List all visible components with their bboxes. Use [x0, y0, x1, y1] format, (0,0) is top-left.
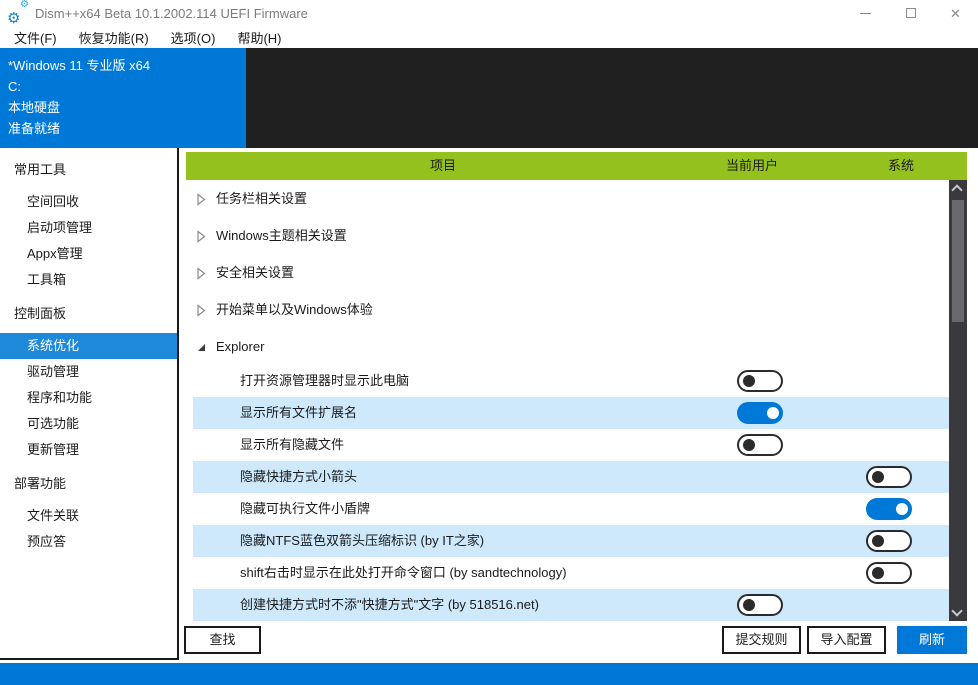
toggle-switch-off[interactable] — [737, 370, 783, 392]
group-label: 安全相关设置 — [216, 254, 294, 291]
setting-label: 隐藏NTFS蓝色双箭头压缩标识 (by IT之家) — [240, 525, 484, 557]
sidebar-item[interactable]: 驱动管理 — [0, 359, 177, 385]
sidebar-item[interactable]: 可选功能 — [0, 411, 177, 437]
ready-status: 准备就绪 — [8, 118, 246, 139]
column-header-item: 项目 — [430, 152, 456, 180]
maximize-icon — [906, 8, 916, 18]
setting-row[interactable]: 显示所有文件扩展名 — [179, 397, 978, 429]
sidebar-item[interactable]: 程序和功能 — [0, 385, 177, 411]
window-title: Dism++x64 Beta 10.1.2002.114 UEFI Firmwa… — [35, 6, 308, 21]
setting-row[interactable]: 显示所有隐藏文件 — [179, 429, 978, 461]
setting-label: 显示所有隐藏文件 — [240, 429, 344, 461]
group-label: 任务栏相关设置 — [216, 180, 307, 217]
column-header-current-user: 当前用户 — [726, 152, 778, 180]
toggle-knob — [743, 375, 755, 387]
refresh-button[interactable]: 刷新 — [897, 626, 967, 654]
setting-row[interactable]: 隐藏快捷方式小箭头 — [179, 461, 978, 493]
collapse-triangle-icon[interactable] — [196, 341, 207, 356]
group-row[interactable]: Explorer — [179, 328, 978, 365]
setting-row[interactable]: 打开资源管理器时显示此电脑 — [179, 365, 978, 397]
import-config-button[interactable]: 导入配置 — [807, 626, 886, 654]
app-gears-icon: ⚙ ⚙ — [7, 3, 29, 23]
sidebar-item[interactable]: 更新管理 — [0, 437, 177, 463]
expand-triangle-icon[interactable] — [196, 267, 206, 283]
settings-list: 任务栏相关设置Windows主题相关设置安全相关设置开始菜单以及Windows体… — [179, 180, 978, 621]
setting-label: shift右击时显示在此处打开命令窗口 (by sandtechnology) — [240, 557, 567, 589]
toggle-knob — [896, 503, 908, 515]
scroll-down-icon[interactable] — [951, 605, 962, 616]
setting-row[interactable]: 隐藏NTFS蓝色双箭头压缩标识 (by IT之家) — [179, 525, 978, 557]
os-info-banner: *Windows 11 专业版 x64 C: 本地硬盘 准备就绪 — [0, 48, 246, 148]
group-label: Explorer — [216, 328, 264, 365]
banner-dark-panel — [246, 48, 978, 148]
sidebar-group-label: 控制面板 — [0, 301, 177, 327]
window-controls: ✕ — [843, 0, 978, 26]
toggle-switch-on[interactable] — [866, 498, 912, 520]
setting-label: 创建快捷方式时不添"快捷方式"文字 (by 518516.net) — [240, 589, 539, 621]
expand-triangle-icon[interactable] — [196, 193, 206, 209]
toggle-switch-off[interactable] — [737, 594, 783, 616]
column-header-system: 系统 — [888, 152, 914, 180]
setting-label: 隐藏快捷方式小箭头 — [240, 461, 357, 493]
group-label: 开始菜单以及Windows体验 — [216, 291, 373, 328]
title-bar: ⚙ ⚙ Dism++x64 Beta 10.1.2002.114 UEFI Fi… — [0, 0, 978, 26]
maximize-button[interactable] — [888, 0, 933, 26]
setting-label: 打开资源管理器时显示此电脑 — [240, 365, 409, 397]
toggle-knob — [767, 407, 779, 419]
minimize-button[interactable] — [843, 0, 888, 26]
toggle-switch-off[interactable] — [866, 562, 912, 584]
toggle-knob — [872, 471, 884, 483]
find-button[interactable]: 查找 — [184, 626, 261, 654]
group-row[interactable]: 任务栏相关设置 — [179, 180, 978, 217]
setting-row[interactable]: 创建快捷方式时不添"快捷方式"文字 (by 518516.net) — [179, 589, 978, 621]
setting-row[interactable]: shift右击时显示在此处打开命令窗口 (by sandtechnology) — [179, 557, 978, 589]
close-icon: ✕ — [950, 7, 961, 20]
sidebar-group-label: 部署功能 — [0, 471, 177, 497]
group-row[interactable]: 开始菜单以及Windows体验 — [179, 291, 978, 328]
toggle-knob — [743, 599, 755, 611]
setting-label: 隐藏可执行文件小盾牌 — [240, 493, 370, 525]
setting-row[interactable]: 隐藏可执行文件小盾牌 — [179, 493, 978, 525]
setting-label: 显示所有文件扩展名 — [240, 397, 357, 429]
sidebar-item[interactable]: 空间回收 — [0, 189, 177, 215]
sidebar-item[interactable]: Appx管理 — [0, 241, 177, 267]
minimize-icon — [860, 13, 871, 14]
drive-letter: C: — [8, 76, 246, 97]
menu-bar: 文件(F)恢复功能(R)选项(O)帮助(H) — [0, 26, 978, 48]
sidebar-group-label: 常用工具 — [0, 157, 177, 183]
close-button[interactable]: ✕ — [933, 0, 978, 26]
submit-rules-button[interactable]: 提交规则 — [722, 626, 801, 654]
expand-triangle-icon[interactable] — [196, 230, 206, 246]
os-name: *Windows 11 专业版 x64 — [8, 55, 246, 76]
sidebar-item[interactable]: 启动项管理 — [0, 215, 177, 241]
sidebar-item[interactable]: 工具箱 — [0, 267, 177, 293]
content-panel: 项目 当前用户 系统 任务栏相关设置Windows主题相关设置安全相关设置开始菜… — [179, 148, 978, 663]
menu-item-1[interactable]: 恢复功能(R) — [68, 26, 160, 48]
menu-item-0[interactable]: 文件(F) — [3, 26, 68, 48]
disk-type: 本地硬盘 — [8, 97, 246, 118]
scrollbar-thumb[interactable] — [952, 200, 964, 322]
toggle-switch-on[interactable] — [737, 402, 783, 424]
sidebar-item[interactable]: 文件关联 — [0, 503, 177, 529]
toggle-knob — [743, 439, 755, 451]
scroll-up-icon[interactable] — [951, 184, 962, 195]
group-row[interactable]: 安全相关设置 — [179, 254, 978, 291]
status-bar — [0, 663, 978, 685]
toggle-switch-off[interactable] — [737, 434, 783, 456]
toggle-knob — [872, 535, 884, 547]
sidebar-item[interactable]: 预应答 — [0, 529, 177, 555]
toggle-switch-off[interactable] — [866, 466, 912, 488]
sidebar-item[interactable]: 系统优化 — [0, 333, 177, 359]
group-label: Windows主题相关设置 — [216, 217, 347, 254]
expand-triangle-icon[interactable] — [196, 304, 206, 320]
sidebar: 常用工具空间回收启动项管理Appx管理工具箱控制面板系统优化驱动管理程序和功能可… — [0, 148, 179, 660]
group-row[interactable]: Windows主题相关设置 — [179, 217, 978, 254]
table-header: 项目 当前用户 系统 — [186, 152, 967, 180]
menu-item-2[interactable]: 选项(O) — [160, 26, 227, 48]
scrollbar[interactable] — [949, 180, 967, 621]
toggle-knob — [872, 567, 884, 579]
toggle-switch-off[interactable] — [866, 530, 912, 552]
menu-item-3[interactable]: 帮助(H) — [226, 26, 292, 48]
